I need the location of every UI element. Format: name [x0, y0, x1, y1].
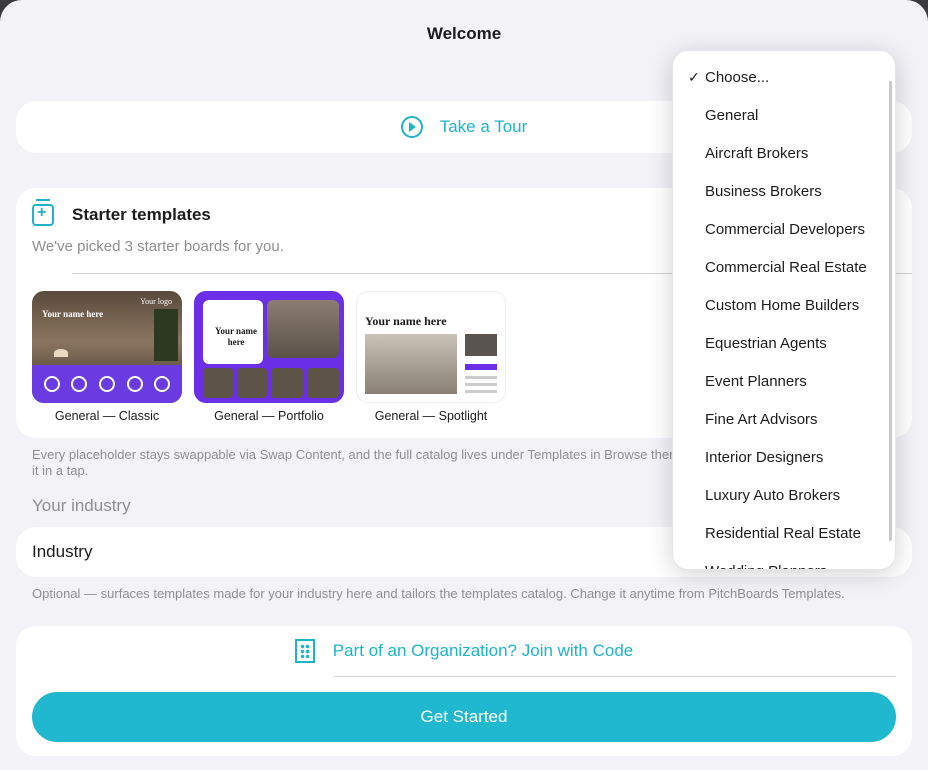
thumb-line — [465, 383, 497, 386]
dropdown-option[interactable]: Residential Real Estate — [673, 514, 895, 552]
page-title: Welcome — [426, 24, 502, 43]
take-tour-label: Take a Tour — [439, 117, 528, 136]
industry-help: Optional — surfaces templates made for y… — [32, 586, 845, 601]
starter-subtitle: We've picked 3 starter boards for you. — [32, 238, 284, 255]
dropdown-options: Choose...GeneralAircraft BrokersBusiness… — [673, 51, 895, 570]
industry-field-label: Industry — [32, 542, 93, 561]
thumb-photo — [465, 334, 497, 356]
template-caption: General — Spotlight — [374, 409, 488, 423]
join-org-button[interactable]: Part of an Organization? Join with Code — [16, 639, 912, 663]
building-icon — [294, 639, 315, 663]
thumb-photo — [267, 300, 339, 358]
thumb-action-bar — [32, 365, 182, 403]
lamp-graphic — [54, 349, 68, 357]
dropdown-option[interactable]: Wedding Planners — [673, 552, 895, 570]
swap-note: Every placeholder stays swappable via Sw… — [32, 447, 732, 478]
template-caption: General — Classic — [54, 409, 160, 423]
dropdown-option[interactable]: Equestrian Agents — [673, 324, 895, 362]
starter-title: Starter templates — [72, 205, 211, 224]
dropdown-option[interactable]: Interior Designers — [673, 438, 895, 476]
thumb-panel: Your name here — [203, 300, 263, 364]
thumb-photo — [365, 334, 457, 394]
template-stack-icon — [32, 199, 54, 226]
dropdown-option[interactable]: Custom Home Builders — [673, 286, 895, 324]
thumb-photo — [271, 368, 303, 398]
divider — [334, 676, 896, 677]
thumb-title: Your name here — [42, 309, 104, 319]
template-thumbnail: Your name here — [194, 291, 344, 403]
thumb-line — [465, 376, 497, 379]
welcome-sheet: Welcome Take a Tour Starter templates We… — [0, 0, 928, 770]
dropdown-option[interactable]: Commercial Developers — [673, 210, 895, 248]
dropdown-option[interactable]: Luxury Auto Brokers — [673, 476, 895, 514]
dropdown-option[interactable]: General — [673, 96, 895, 134]
dropdown-option[interactable]: Commercial Real Estate — [673, 248, 895, 286]
video-icon — [71, 376, 88, 392]
template-portfolio[interactable]: Your name here General — Portfolio — [194, 291, 344, 423]
dropdown-option[interactable]: Fine Art Advisors — [673, 400, 895, 438]
thumb-photo — [237, 368, 267, 398]
person-icon — [98, 376, 115, 392]
template-caption: General — Portfolio — [214, 409, 324, 423]
organization-card: Part of an Organization? Join with Code … — [16, 626, 912, 756]
join-org-label: Part of an Organization? Join with Code — [332, 641, 634, 660]
thumb-photo — [307, 368, 339, 398]
template-thumbnail: Your logo Your name here — [32, 291, 182, 403]
globe-icon — [126, 376, 143, 392]
thumb-tab — [465, 364, 497, 370]
play-circle-icon — [400, 116, 423, 138]
starter-header: Starter templates — [32, 199, 211, 226]
sparkle-icon — [154, 376, 171, 392]
industry-section-label: Your industry — [32, 496, 131, 515]
scrollbar[interactable] — [889, 81, 892, 541]
thumb-logo: Your logo — [140, 297, 172, 306]
thumb-photo — [203, 368, 233, 398]
photo-icon — [43, 376, 60, 392]
industry-dropdown-menu[interactable]: Choose...GeneralAircraft BrokersBusiness… — [672, 50, 896, 570]
template-classic[interactable]: Your logo Your name here General — Class… — [32, 291, 182, 423]
dropdown-option[interactable]: Event Planners — [673, 362, 895, 400]
template-thumbnail: Your name here — [356, 291, 506, 403]
dropdown-option[interactable]: Aircraft Brokers — [673, 134, 895, 172]
dropdown-option[interactable]: Choose... — [673, 58, 895, 96]
dropdown-option[interactable]: Business Brokers — [673, 172, 895, 210]
thumb-line — [465, 390, 497, 393]
thumb-title: Your name here — [365, 314, 447, 328]
thumb-title: Your name here — [214, 326, 258, 347]
template-spotlight[interactable]: Your name here General — Spotlight — [356, 291, 506, 423]
get-started-button[interactable]: Get Started — [32, 692, 896, 742]
window-graphic — [154, 309, 178, 361]
